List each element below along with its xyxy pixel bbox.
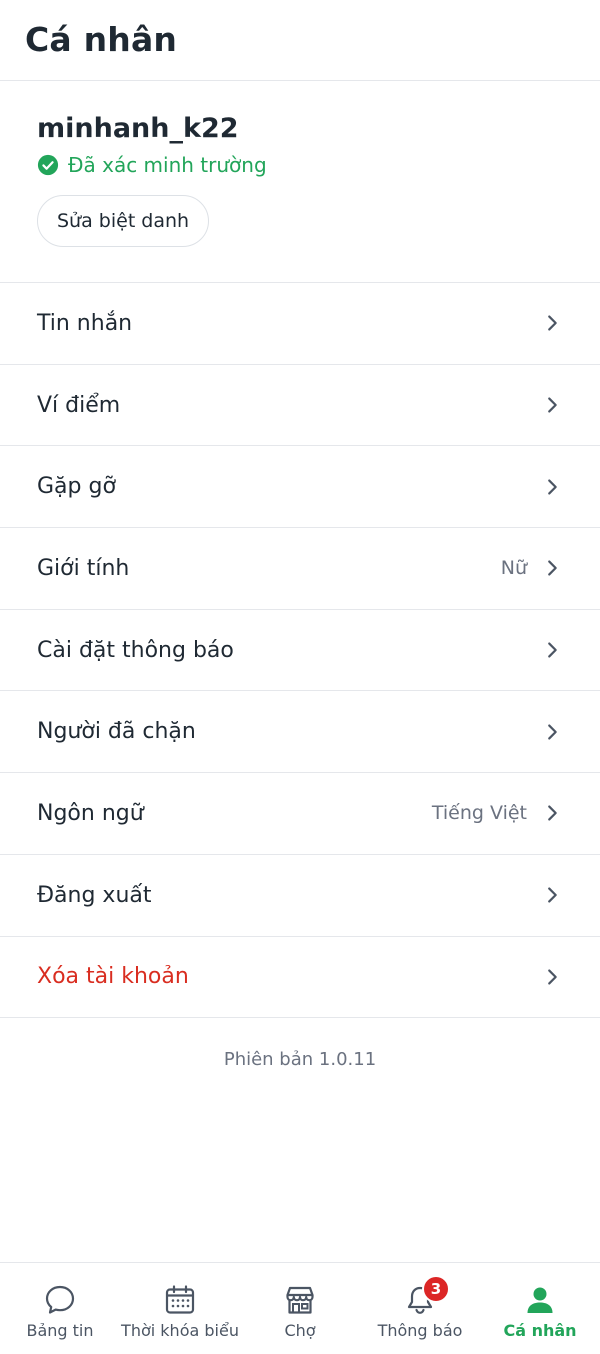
menu-item-points-wallet[interactable]: Ví điểm	[0, 365, 600, 447]
menu-item-value: Tiếng Việt	[431, 802, 527, 825]
username: minhanh_k22	[37, 113, 239, 144]
settings-menu: Tin nhắn Ví điểm Gặp gỡ Giới tính Nữ Cài…	[0, 283, 600, 1019]
menu-item-notification-settings[interactable]: Cài đặt thông báo	[0, 610, 600, 692]
tab-label: Thời khóa biểu	[121, 1321, 239, 1340]
notification-badge: 3	[422, 1275, 450, 1303]
tab-label: Cá nhân	[503, 1321, 577, 1340]
verified-status: Đã xác minh trường	[37, 153, 563, 177]
tab-profile[interactable]: Cá nhân	[480, 1263, 600, 1354]
chevron-right-icon	[548, 724, 557, 740]
tab-feed[interactable]: Bảng tin	[0, 1263, 120, 1354]
menu-item-gender[interactable]: Giới tính Nữ	[0, 528, 600, 610]
menu-item-label: Đăng xuất	[37, 882, 152, 908]
chevron-right-icon	[548, 397, 557, 413]
tab-label: Chợ	[284, 1321, 316, 1340]
menu-item-label: Ví điểm	[37, 392, 121, 418]
profile-screen: Cá nhân minhanh_k22 Đã xác minh trường S…	[0, 0, 600, 1354]
menu-item-label: Ngôn ngữ	[37, 800, 144, 826]
menu-item-blocked-users[interactable]: Người đã chặn	[0, 691, 600, 774]
check-circle-icon	[37, 154, 59, 176]
tab-label: Bảng tin	[26, 1321, 94, 1340]
edit-nickname-button[interactable]: Sửa biệt danh	[37, 195, 210, 247]
store-icon	[286, 1286, 314, 1314]
verified-text: Đã xác minh trường	[68, 153, 267, 177]
menu-item-language[interactable]: Ngôn ngữ Tiếng Việt	[0, 773, 600, 855]
tab-notifications[interactable]: 3 Thông báo	[360, 1263, 480, 1354]
menu-item-label: Xóa tài khoản	[37, 964, 189, 990]
menu-item-label: Tin nhắn	[37, 310, 133, 336]
bottom-tab-bar: Bảng tin Thời khóa biểu Chợ 3 Thông báo …	[0, 1262, 600, 1354]
menu-item-meetups[interactable]: Gặp gỡ	[0, 446, 600, 529]
menu-item-logout[interactable]: Đăng xuất	[0, 855, 600, 937]
calendar-icon	[165, 1285, 195, 1314]
chevron-right-icon	[548, 479, 557, 495]
app-version: Phiên bản 1.0.11	[223, 1049, 377, 1071]
menu-item-label: Người đã chặn	[37, 719, 196, 745]
header: Cá nhân	[0, 0, 600, 81]
menu-item-label: Gặp gỡ	[37, 474, 116, 500]
chevron-right-icon	[548, 969, 557, 985]
profile-card: minhanh_k22 Đã xác minh trường Sửa biệt …	[0, 81, 600, 283]
menu-item-label: Giới tính	[37, 555, 130, 581]
tab-label: Thông báo	[377, 1321, 463, 1340]
tab-timetable[interactable]: Thời khóa biểu	[120, 1263, 240, 1354]
chevron-right-icon	[548, 642, 557, 658]
menu-item-delete-account[interactable]: Xóa tài khoản	[0, 937, 600, 1019]
menu-item-value: Nữ	[500, 557, 527, 580]
menu-item-messages[interactable]: Tin nhắn	[0, 283, 600, 365]
menu-item-label: Cài đặt thông báo	[37, 637, 234, 663]
chevron-right-icon	[548, 887, 557, 903]
chat-bubble-icon	[45, 1285, 75, 1314]
person-icon	[527, 1287, 553, 1313]
page-title: Cá nhân	[25, 20, 178, 59]
tab-market[interactable]: Chợ	[240, 1263, 360, 1354]
chevron-right-icon	[548, 805, 557, 821]
chevron-right-icon	[548, 560, 557, 576]
chevron-right-icon	[548, 315, 557, 331]
